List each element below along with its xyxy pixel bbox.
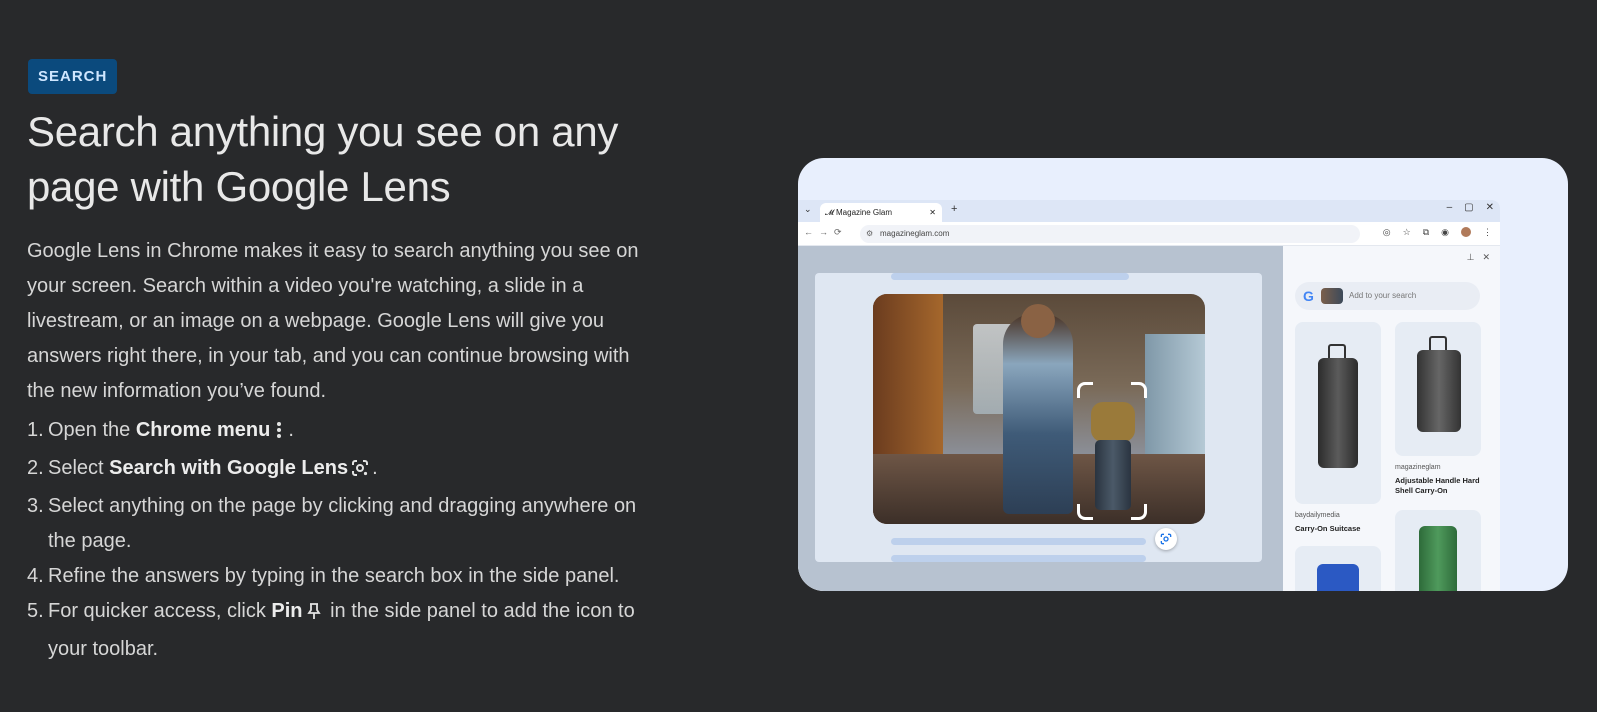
star-icon: ☆ xyxy=(1402,227,1411,237)
browser-window-mock: ⌄ 𝓜 Magazine Glam ✕ + – ▢ ✕ ←→⟳ ⚙ magazi… xyxy=(798,200,1500,591)
step-item: 5. For quicker access, click Pin in the … xyxy=(27,594,647,667)
webpage-mock xyxy=(815,273,1262,562)
page-content-area xyxy=(798,246,1283,591)
minimize-icon: – xyxy=(1446,202,1453,213)
site-favicon-icon: 𝓜 xyxy=(825,208,834,217)
close-window-icon: ✕ xyxy=(1485,202,1494,213)
search-with-lens-label: Search with Google Lens xyxy=(109,457,349,479)
result-source: baydailymedia xyxy=(1295,512,1340,519)
address-bar: ←→⟳ ⚙ magazineglam.com ◎ ☆ ⧉ ◉ ⋮ xyxy=(798,222,1500,246)
panel-controls: ⊥ ✕ xyxy=(1467,252,1490,263)
selection-thumbnail xyxy=(1321,288,1343,304)
tab-search-icon: ⌄ xyxy=(804,204,812,214)
step-item: 1. Open the Chrome menu. xyxy=(27,413,647,451)
close-icon: ✕ xyxy=(929,208,936,217)
intro-paragraph: Google Lens in Chrome makes it easy to s… xyxy=(27,240,639,402)
close-icon: ✕ xyxy=(1482,252,1490,262)
result-card-2 xyxy=(1395,322,1481,456)
window-controls: – ▢ ✕ xyxy=(1447,202,1494,213)
pin-icon xyxy=(306,597,322,632)
pin-icon: ⊥ xyxy=(1466,252,1475,262)
step-item: 4. Refine the answers by typing in the s… xyxy=(27,565,620,587)
nav-buttons: ←→⟳ xyxy=(804,227,848,237)
toolbar-icons: ◎ ☆ ⧉ ◉ ⋮ xyxy=(1383,227,1492,238)
result-title: Adjustable Handle Hard Shell Carry-On xyxy=(1395,476,1480,495)
google-g-icon: G xyxy=(1303,288,1314,304)
avatar xyxy=(1461,227,1471,237)
step-item: 2. Select Search with Google Lens. xyxy=(27,451,647,489)
step-item: 3. Select anything on the page by clicki… xyxy=(27,495,637,552)
pin-label: Pin xyxy=(271,600,303,622)
result-card-4 xyxy=(1395,510,1481,591)
side-panel-search: G Add to your search xyxy=(1295,282,1480,310)
site-info-icon: ⚙ xyxy=(866,229,874,238)
result-card-3 xyxy=(1295,546,1381,591)
more-vert-icon xyxy=(273,416,285,451)
tab-strip: ⌄ 𝓜 Magazine Glam ✕ + – ▢ ✕ xyxy=(798,200,1500,222)
extensions-icon: ⧉ xyxy=(1422,227,1430,237)
page-title: Search anything you see on any page with… xyxy=(27,108,619,210)
chrome-menu-label: Chrome menu xyxy=(135,419,271,441)
lens-icon xyxy=(351,454,369,489)
maximize-icon: ▢ xyxy=(1464,202,1474,213)
category-badge: SEARCH xyxy=(28,59,118,94)
new-tab-icon: + xyxy=(951,203,958,215)
text-line xyxy=(891,555,1146,562)
lens-toolbar-icon: ◎ xyxy=(1382,227,1391,237)
more-vert-icon: ⋮ xyxy=(1483,227,1492,237)
lens-selection-box xyxy=(1077,382,1147,520)
tab-magazine-glam: 𝓜 Magazine Glam ✕ xyxy=(820,203,942,222)
lens-float-icon xyxy=(1155,528,1177,550)
result-source: magazineglam xyxy=(1395,464,1441,471)
lens-pinned-icon: ◉ xyxy=(1441,227,1449,237)
text-line xyxy=(891,538,1146,545)
result-card-1 xyxy=(1295,322,1381,504)
result-title: Carry-On Suitcase xyxy=(1295,524,1361,533)
steps-list: 1. Open the Chrome menu. 2. Select Searc… xyxy=(27,413,647,667)
lens-side-panel: ⊥ ✕ G Add to your search baydailymedia C… xyxy=(1283,246,1500,591)
text-line xyxy=(891,273,1129,280)
photo-woman-with-suitcase xyxy=(873,294,1205,524)
lens-illustration: ⌄ 𝓜 Magazine Glam ✕ + – ▢ ✕ ←→⟳ ⚙ magazi… xyxy=(798,158,1568,591)
url-field: ⚙ magazineglam.com xyxy=(860,225,1360,243)
